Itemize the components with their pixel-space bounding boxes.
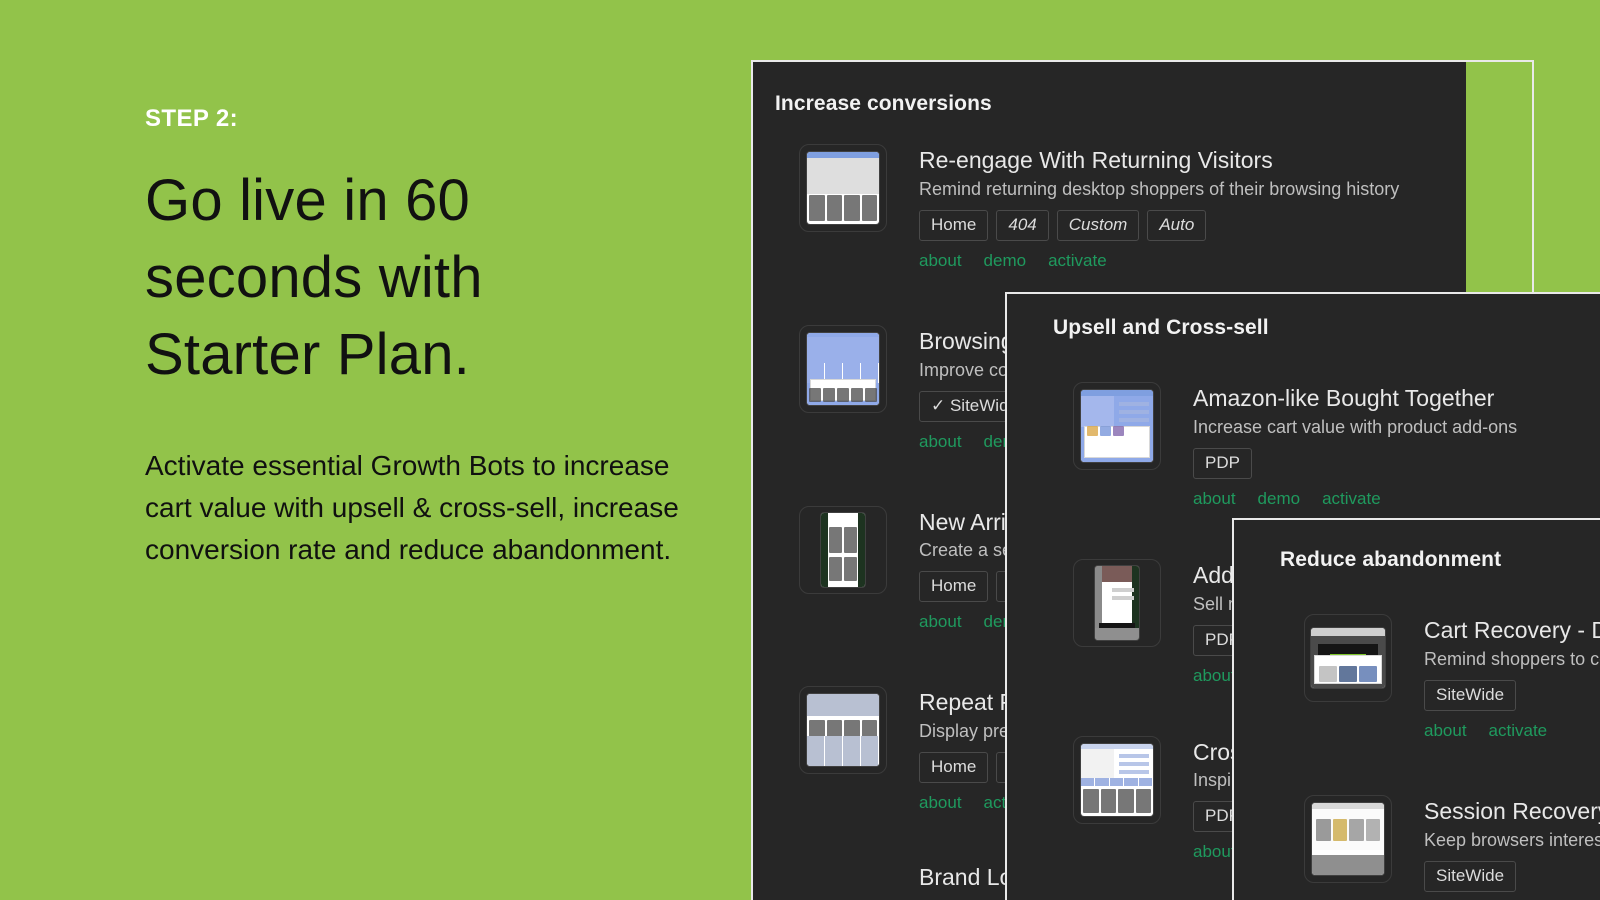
about-link[interactable]: about — [919, 612, 962, 632]
bought-together-thumbnail-icon — [1081, 390, 1153, 462]
demo-link[interactable]: demo — [984, 251, 1027, 271]
tag-custom[interactable]: Custom — [1056, 209, 1140, 241]
thumbnail-frame — [799, 324, 887, 413]
about-link[interactable]: about — [1424, 721, 1467, 741]
bot-card[interactable]: Re-engage With Returning Visitors Remind… — [753, 130, 1532, 285]
product-strip-thumbnail-icon — [807, 694, 879, 767]
panel-reduce-abandonment: Reduce abandonment Cart Recovery - Deskt… — [1232, 518, 1600, 900]
bot-card[interactable]: Session Recovery Keep browsers intereste… — [1234, 755, 1600, 900]
tag-row: SiteWide — [1424, 860, 1600, 892]
bot-card[interactable]: Amazon-like Bought Together Increase car… — [1007, 354, 1600, 523]
bot-card-desc: Keep browsers interested — [1424, 829, 1600, 850]
page-title: Go live in 60 seconds with Starter Plan. — [145, 167, 483, 388]
about-link[interactable]: about — [1193, 842, 1236, 862]
tag-sitewide[interactable]: SiteWide — [1424, 860, 1517, 892]
thumbnail-frame — [799, 686, 887, 775]
bot-card-desc: Remind shoppers to complete checkout — [1424, 648, 1600, 669]
tag-home[interactable]: Home — [919, 209, 989, 241]
tag-pdp[interactable]: PDP — [1193, 447, 1252, 479]
step-label: STEP 2: — [145, 105, 239, 132]
bot-card-body: Amazon-like Bought Together Increase car… — [1161, 382, 1517, 509]
panel-title-conversions: Increase conversions — [775, 92, 992, 115]
tag-home[interactable]: Home — [919, 752, 989, 783]
about-link[interactable]: about — [919, 251, 962, 271]
activate-link[interactable]: activate — [1322, 489, 1381, 509]
tag-home[interactable]: Home — [919, 571, 989, 603]
bot-card-list-abandonment: Cart Recovery - Desktop Remind shoppers … — [1234, 572, 1600, 900]
look-grid-thumbnail-icon — [1081, 743, 1153, 816]
panel-title-upsell: Upsell and Cross-sell — [1053, 316, 1269, 339]
session-recovery-thumbnail-icon — [1312, 802, 1384, 875]
tag-row: Home 404 Custom Auto — [919, 209, 1399, 241]
cart-recovery-thumbnail-icon — [1311, 628, 1385, 688]
bot-card-desc: Increase cart value with product add-ons — [1193, 416, 1518, 437]
thumbnail-frame — [1304, 794, 1392, 883]
tag-row: PDP — [1193, 447, 1517, 479]
bot-card[interactable]: Cart Recovery - Desktop Remind shoppers … — [1234, 586, 1600, 755]
thumbnail-frame — [1304, 614, 1392, 702]
link-row: about demo activate — [919, 251, 1399, 271]
bot-card-body: Session Recovery Keep browsers intereste… — [1392, 795, 1600, 900]
about-link[interactable]: about — [1193, 489, 1236, 509]
bot-card-title: Cart Recovery - Desktop — [1424, 617, 1600, 643]
thumbnail-frame — [1073, 735, 1161, 824]
activate-link[interactable]: activate — [1489, 721, 1548, 741]
about-link[interactable]: about — [1193, 666, 1236, 686]
tag-row: SiteWide — [1424, 679, 1600, 711]
panel-title-abandonment: Reduce abandonment — [1280, 548, 1502, 571]
bot-card-body: Cart Recovery - Desktop Remind shoppers … — [1392, 614, 1600, 741]
pdp-mobile-thumbnail-icon — [1095, 565, 1139, 640]
bot-card-title: Re-engage With Returning Visitors — [919, 147, 1273, 173]
tag-sitewide[interactable]: SiteWide — [1424, 679, 1517, 711]
link-row: about demo activate — [1193, 489, 1517, 509]
about-link[interactable]: about — [919, 793, 962, 813]
thumbnail-frame — [799, 144, 887, 232]
bot-card-body: Re-engage With Returning Visitors Remind… — [887, 144, 1399, 271]
thumbnail-frame — [1073, 382, 1161, 470]
activate-link[interactable]: activate — [1048, 251, 1107, 271]
blue-grid-thumbnail-icon — [807, 332, 879, 405]
bot-card-desc: Remind returning desktop shoppers of the… — [919, 178, 1400, 199]
thumbnail-frame — [799, 505, 887, 594]
catalog-mobile-thumbnail-icon — [821, 512, 865, 587]
left-copy-block: STEP 2: Go live in 60 seconds with Start… — [145, 105, 725, 571]
demo-link[interactable]: demo — [1258, 489, 1301, 509]
thumbnail-frame — [1073, 558, 1161, 647]
moodboard-thumbnail-icon — [807, 152, 879, 224]
link-row: about activate — [1424, 721, 1600, 741]
bot-card-title: Session Recovery — [1424, 797, 1600, 824]
tag-auto[interactable]: Auto — [1147, 209, 1207, 241]
bot-card-title: Amazon-like Bought Together — [1193, 385, 1495, 411]
tag-404[interactable]: 404 — [996, 209, 1049, 241]
page-subcopy: Activate essential Growth Bots to increa… — [145, 450, 679, 566]
about-link[interactable]: about — [919, 432, 962, 452]
